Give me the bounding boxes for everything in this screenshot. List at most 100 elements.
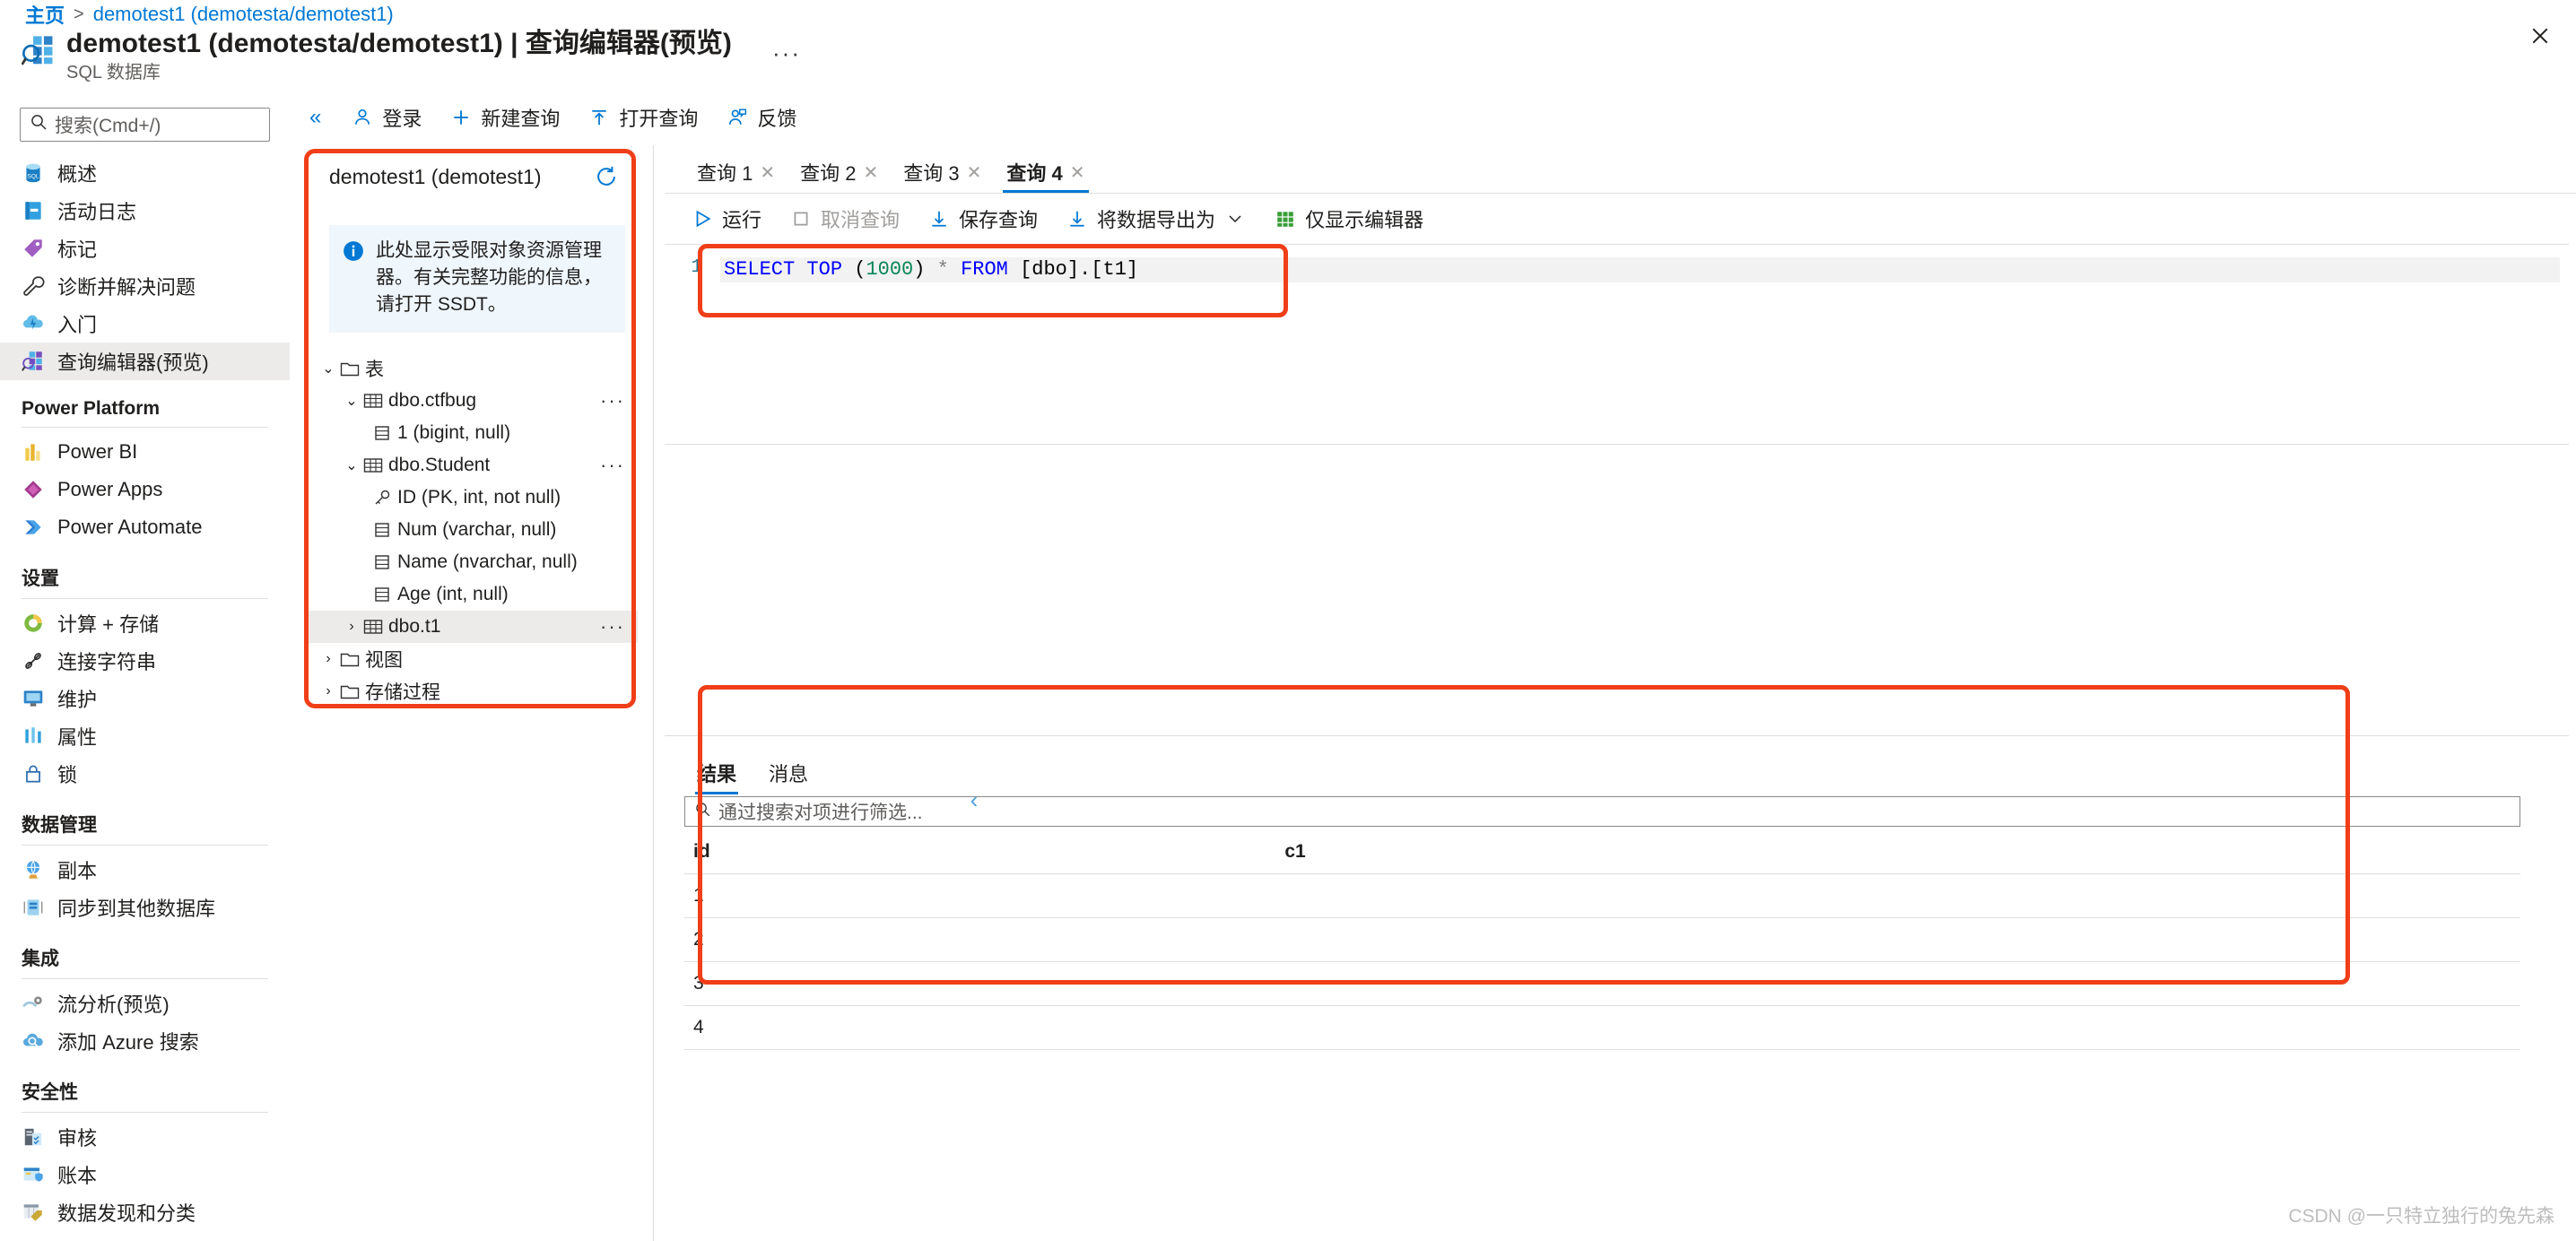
close-icon[interactable]: ✕ xyxy=(1070,161,1085,184)
table-icon xyxy=(361,391,385,411)
power-bi-icon xyxy=(22,440,45,464)
sidebar-item-locks[interactable]: 锁 xyxy=(0,755,290,793)
sidebar-item-label: 维护 xyxy=(57,689,98,711)
tree-node-more-menu[interactable]: ··· xyxy=(600,615,625,638)
sidebar-item-query-editor[interactable]: 查询编辑器(预览) xyxy=(0,343,290,380)
tab-query-3[interactable]: 查询 3 ✕ xyxy=(891,152,994,193)
open-query-button[interactable]: 打开查询 xyxy=(574,100,712,135)
breadcrumb-home[interactable]: 主页 xyxy=(25,0,65,29)
sidebar-item-label: 连接字符串 xyxy=(57,651,157,673)
tree-node-stored-procedures[interactable]: › 存储过程 xyxy=(306,675,638,701)
cell-c1 xyxy=(800,1005,2520,1050)
close-icon[interactable]: ✕ xyxy=(760,161,775,184)
results-tab-strip: 结果 消息 xyxy=(665,757,2540,796)
close-icon[interactable]: ✕ xyxy=(967,161,982,184)
sidebar-item-replicas[interactable]: 副本 xyxy=(0,851,290,889)
divider xyxy=(22,598,268,599)
breadcrumb-current[interactable]: demotest1 (demotesta/demotest1) xyxy=(93,3,394,26)
search-placeholder: 搜索(Cmd+/) xyxy=(55,116,161,136)
column-header-c1[interactable]: c1 xyxy=(800,836,2520,874)
tree-node-views[interactable]: › 视图 xyxy=(306,643,638,675)
vertical-splitter[interactable] xyxy=(653,145,654,1241)
sidebar-item-auditing[interactable]: 审核 xyxy=(0,1118,290,1156)
activity-log-icon xyxy=(22,199,45,222)
tree-node-column-name[interactable]: Name (nvarchar, null) xyxy=(306,546,638,578)
sidebar-item-label: 查询编辑器(预览) xyxy=(57,351,209,374)
login-button[interactable]: 登录 xyxy=(337,100,436,135)
sidebar-item-getting-started[interactable]: 入门 xyxy=(0,305,290,343)
export-data-button[interactable]: 将数据导出为 xyxy=(1052,201,1260,237)
table-row[interactable]: 4 xyxy=(684,1005,2520,1050)
sidebar-item-sync-to-other-databases[interactable]: 同步到其他数据库 xyxy=(0,889,290,926)
close-icon[interactable]: ✕ xyxy=(863,161,878,184)
sidebar-item-power-apps[interactable]: Power Apps xyxy=(0,471,290,508)
tab-query-1[interactable]: 查询 1 ✕ xyxy=(684,152,788,193)
table-row[interactable]: 3 xyxy=(684,961,2520,1006)
chevron-right-icon[interactable]: › xyxy=(318,683,338,699)
data-discovery-icon xyxy=(22,1201,45,1224)
tab-query-2[interactable]: 查询 2 ✕ xyxy=(788,152,891,193)
tree-node-column-id[interactable]: ID (PK, int, not null) xyxy=(306,482,638,514)
close-icon[interactable] xyxy=(2520,16,2560,56)
chevron-down-icon[interactable]: ⌄ xyxy=(342,392,361,410)
sidebar-item-label: 数据发现和分类 xyxy=(57,1202,196,1225)
column-icon xyxy=(370,520,394,540)
command-label: 打开查询 xyxy=(619,108,699,130)
cancel-query-button[interactable]: 取消查询 xyxy=(776,201,914,237)
sidebar-item-tags[interactable]: 标记 xyxy=(0,230,290,267)
new-query-button[interactable]: 新建查询 xyxy=(436,100,574,135)
sidebar-item-maintenance[interactable]: 维护 xyxy=(0,680,290,717)
search-input[interactable]: 搜索(Cmd+/) xyxy=(20,108,270,142)
tab-messages[interactable]: 消息 xyxy=(756,757,821,796)
chevron-double-left-icon[interactable]: « xyxy=(302,105,337,130)
tab-results[interactable]: 结果 xyxy=(684,757,749,796)
table-row[interactable]: 1 xyxy=(684,873,2520,918)
search-icon xyxy=(30,112,48,137)
power-automate-icon xyxy=(22,516,45,539)
run-button[interactable]: 运行 xyxy=(677,201,776,237)
tree-node-more-menu[interactable]: ··· xyxy=(600,389,625,412)
sidebar-item-ledger[interactable]: 账本 xyxy=(0,1156,290,1193)
tree-node-column[interactable]: 1 (bigint, null) xyxy=(306,417,638,449)
refresh-icon[interactable] xyxy=(595,165,618,195)
chevron-down-icon[interactable]: ⌄ xyxy=(318,360,338,378)
feedback-button[interactable]: 反馈 xyxy=(712,100,811,135)
editor-only-button[interactable]: 仅显示编辑器 xyxy=(1260,201,1438,237)
tree-node-dbo-student[interactable]: ⌄ dbo.Student ··· xyxy=(306,449,638,482)
sidebar-item-properties[interactable]: 属性 xyxy=(0,717,290,755)
tree-node-more-menu[interactable]: ··· xyxy=(600,454,625,477)
sidebar-item-activity-log[interactable]: 活动日志 xyxy=(0,192,290,230)
sidebar-item-stream-analytics[interactable]: 流分析(预览) xyxy=(0,985,290,1022)
chevron-down-icon[interactable] xyxy=(1224,208,1246,230)
sql-editor[interactable]: 1 SELECT TOP (1000) * FROM [dbo].[t1] xyxy=(665,244,2569,445)
tab-label: 查询 3 xyxy=(903,162,960,185)
column-header-id[interactable]: id xyxy=(684,836,801,874)
sidebar-item-dynamic-data-masking[interactable]: 动态数据掩码 xyxy=(0,1231,290,1241)
sidebar-item-overview[interactable]: SQL 概述 xyxy=(0,154,290,192)
object-explorer-title: demotest1 (demotest1) xyxy=(329,165,542,188)
sidebar-item-connection-strings[interactable]: 连接字符串 xyxy=(0,642,290,680)
tree-node-tables[interactable]: ⌄ 表 xyxy=(306,352,638,385)
chevron-right-icon[interactable]: › xyxy=(342,619,361,635)
sidebar-item-add-azure-search[interactable]: 添加 Azure 搜索 xyxy=(0,1022,290,1060)
sidebar-group-title: Power Platform xyxy=(22,398,161,419)
sql-code-line[interactable]: SELECT TOP (1000) * FROM [dbo].[t1] xyxy=(720,257,2560,282)
table-row[interactable]: 2 xyxy=(684,917,2520,962)
tree-node-column-num[interactable]: Num (varchar, null) xyxy=(306,514,638,546)
search-icon xyxy=(694,799,711,824)
header-more-menu[interactable]: ··· xyxy=(767,39,806,66)
chevron-right-icon[interactable]: › xyxy=(318,651,338,667)
sidebar-item-power-bi[interactable]: Power BI xyxy=(0,433,290,471)
sidebar-item-power-automate[interactable]: Power Automate xyxy=(0,508,290,546)
chevron-left-icon[interactable]: ‹ xyxy=(961,784,988,816)
tree-node-dbo-ctfbug[interactable]: ⌄ dbo.ctfbug ··· xyxy=(306,385,638,417)
chevron-down-icon[interactable]: ⌄ xyxy=(342,456,361,474)
sidebar-item-compute-storage[interactable]: 计算 + 存储 xyxy=(0,604,290,642)
tree-node-column-age[interactable]: Age (int, null) xyxy=(306,578,638,611)
horizontal-splitter[interactable] xyxy=(665,735,2569,736)
tab-query-4[interactable]: 查询 4 ✕ xyxy=(994,152,1097,193)
sidebar-item-troubleshoot[interactable]: 诊断并解决问题 xyxy=(0,267,290,305)
sidebar-item-data-discovery[interactable]: 数据发现和分类 xyxy=(0,1193,290,1231)
tree-node-dbo-t1[interactable]: › dbo.t1 ··· xyxy=(306,611,638,643)
save-query-button[interactable]: 保存查询 xyxy=(914,201,1052,237)
